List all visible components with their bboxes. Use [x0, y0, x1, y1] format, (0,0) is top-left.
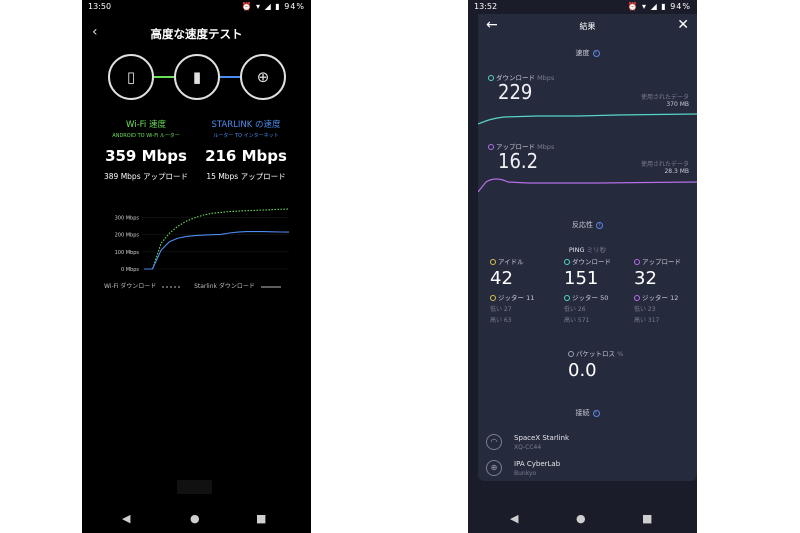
ping-upload: アップロード 32 ジッター 12 低い 23 高い 317 [634, 256, 694, 326]
packet-loss-value: 0.0 [568, 360, 597, 381]
ping-download: ダウンロード 151 ジッター 50 低い 26 高い 571 [564, 256, 624, 326]
wifi-icon: ◠ [486, 434, 502, 450]
results-panel: ← 結果 ✕ 速度 i ダウンロード Mbps 229 使用されたデータ 370 … [478, 14, 697, 481]
wifi-speed-sub: ANDROID TO Wi-Fi ルーター [112, 133, 180, 139]
y-tick-label: 300 Mbps [115, 216, 140, 222]
starlink-speed-sub: ルーター TO インターネット [213, 133, 279, 139]
wifi-speed-value: 359 Mbps [105, 147, 187, 165]
ping-download-icon [564, 259, 570, 265]
jitter-upload-icon [634, 295, 640, 301]
legend-starlink-label: Starlink ダウンロード [194, 283, 255, 290]
download-line-chart: 300 Mbps 200 Mbps 100 Mbps 0 Mbps [115, 208, 290, 273]
jitter-download-icon [564, 295, 570, 301]
legend-starlink-swatch [260, 286, 281, 287]
battery-percent: 94% [670, 2, 691, 11]
wifi-speed-block: Wi-Fi 速度 ANDROID TO Wi-Fi ルーター 359 Mbps … [94, 118, 198, 182]
download-graph [478, 113, 697, 125]
upload-graph [478, 178, 697, 193]
ping-idle-value: 42 [490, 268, 513, 289]
nav-home-icon[interactable]: ● [576, 512, 586, 525]
status-bar: 13:52 ⏰ ▾ ◢ ▮ 94% [468, 0, 697, 14]
close-icon[interactable]: ✕ [677, 17, 689, 33]
ping-idle: アイドル 42 ジッター 11 低い 27 高い 63 [490, 256, 550, 326]
connection-provider[interactable]: ◠ SpaceX Starlink XQ-CC44 [486, 432, 689, 456]
ping-download-value: 151 [564, 268, 599, 289]
nav-recents-icon[interactable]: ■ [642, 512, 652, 525]
page-title: 高度な速度テスト [150, 27, 243, 41]
speed-section-title: 速度 i [478, 48, 697, 58]
globe-icon: ⊕ [486, 460, 502, 476]
legend-wifi-swatch [162, 286, 183, 287]
phone-speedtest-results: 13:52 ⏰ ▾ ◢ ▮ 94% ← 結果 ✕ 速度 i ダウンロード Mbps… [468, 0, 697, 533]
upload-value: 16.2 [498, 149, 539, 173]
results-header: ← 結果 ✕ [478, 14, 697, 40]
globe-icon: ⊕ [240, 54, 286, 100]
nav-back-icon[interactable]: ◀ [510, 512, 518, 525]
status-time: 13:52 [474, 2, 498, 11]
packet-loss: パケットロス % 0.0 [568, 348, 628, 381]
wifi-download-series-line [144, 208, 290, 270]
info-icon[interactable]: i [592, 409, 600, 417]
upload-icon [488, 144, 494, 150]
ping-title: PING ミリ秒 [568, 246, 607, 254]
nav-home-icon[interactable]: ● [190, 512, 200, 525]
connection-section-title: 接続 i [478, 408, 697, 418]
phone-icon: ▯ [108, 54, 154, 100]
wifi-link-line [154, 76, 174, 78]
ping-upload-icon [634, 259, 640, 265]
starlink-link-line [220, 76, 240, 78]
phone-advanced-speed-test: 13:50 ⏰ ▾ ◢ ▮ 94% ‹ 高度な速度テスト ▯ ▮ ⊕ Wi-Fi… [82, 0, 311, 533]
download-icon [488, 75, 494, 81]
starlink-speed-value: 216 Mbps [205, 147, 287, 165]
router-icon: ▮ [174, 54, 220, 100]
packet-loss-icon [568, 351, 574, 357]
ping-idle-icon [490, 259, 496, 265]
y-tick-label: 200 Mbps [115, 233, 140, 239]
y-tick-label: 0 Mbps [121, 267, 139, 273]
nav-recents-icon[interactable]: ■ [256, 512, 266, 525]
starlink-speed-label: STARLINK の速度 [211, 120, 281, 130]
chart-legend: Wi-Fi ダウンロード Starlink ダウンロード [104, 281, 294, 290]
nav-bar: ◀ ● ■ [468, 503, 697, 533]
nav-back-icon[interactable]: ◀ [122, 512, 130, 525]
responsiveness-section-title: 反応性 i [478, 220, 697, 230]
status-time: 13:50 [88, 2, 112, 11]
jitter-idle-icon [490, 295, 496, 301]
results-title: 結果 [579, 22, 596, 31]
nav-bar: ◀ ● ■ [82, 503, 311, 533]
starlink-upload-value: 15 Mbps アップロード [206, 172, 286, 181]
battery-percent: 94% [284, 2, 305, 11]
info-icon[interactable]: i [592, 49, 600, 57]
connection-server[interactable]: ⊕ IPA CyberLab Bunkyo [486, 458, 689, 482]
y-tick-label: 100 Mbps [115, 250, 140, 256]
ping-upload-value: 32 [634, 268, 657, 289]
info-icon[interactable]: i [596, 221, 603, 229]
wifi-speed-label: Wi-Fi 速度 [126, 120, 166, 130]
starlink-speed-block: STARLINK の速度 ルーター TO インターネット 216 Mbps 15… [194, 118, 298, 182]
status-icons: ⏰ ▾ ◢ ▮ [241, 2, 281, 11]
upload-data-used: 使用されたデータ 28.3 MB [640, 161, 689, 175]
screen-placeholder [177, 480, 212, 494]
status-bar: 13:50 ⏰ ▾ ◢ ▮ 94% [82, 0, 311, 14]
wifi-upload-value: 389 Mbps アップロード [104, 172, 188, 181]
status-icons: ⏰ ▾ ◢ ▮ [627, 2, 667, 11]
legend-wifi-label: Wi-Fi ダウンロード [104, 283, 157, 290]
download-value: 229 [498, 80, 533, 104]
